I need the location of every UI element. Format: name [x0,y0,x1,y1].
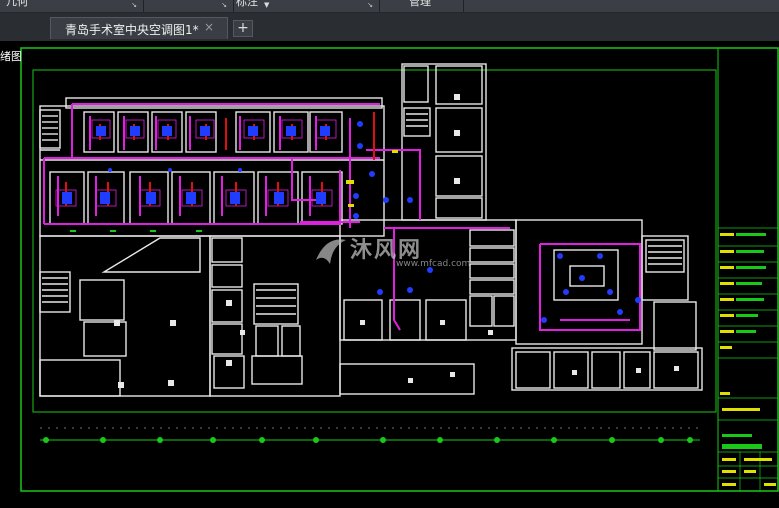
close-icon[interactable]: × [204,20,214,34]
expand-arrow-icon[interactable]: ↘ [221,1,227,9]
brand-logo-icon [316,239,346,264]
side-panel [0,48,20,508]
new-tab-button[interactable]: + [233,20,253,37]
cad-drawing-canvas[interactable] [0,41,779,508]
ribbon-section-geometry[interactable]: 几何 ↘ [0,0,144,12]
ribbon-bar: 几何 ↘ ↘ 标注 ▼ ↘ 管理 [0,0,779,13]
side-panel-label[interactable]: 绪图 [0,48,22,64]
document-tab-active[interactable]: 青岛手术室中央空调图1* × [50,17,228,39]
dropdown-arrow-icon[interactable]: ▼ [264,1,269,9]
expand-arrow-icon[interactable]: ↘ [131,1,137,9]
ribbon-section-annotation[interactable]: 标注 ▼ ↘ [234,0,380,12]
ribbon-section-manage[interactable]: 管理 [380,0,464,12]
ribbon-section-modify[interactable]: ↘ [144,0,234,12]
ribbon-section-label: 几何 [6,0,28,8]
expand-arrow-icon[interactable]: ↘ [367,1,373,9]
watermark: 沐风网 www.mfcad.com [312,232,492,272]
ribbon-section-label: 标注 [236,0,258,8]
ribbon-section-label: 管理 [409,0,431,8]
tab-title: 青岛手术室中央空调图1* [65,23,199,37]
watermark-url: www.mfcad.com [396,259,471,269]
